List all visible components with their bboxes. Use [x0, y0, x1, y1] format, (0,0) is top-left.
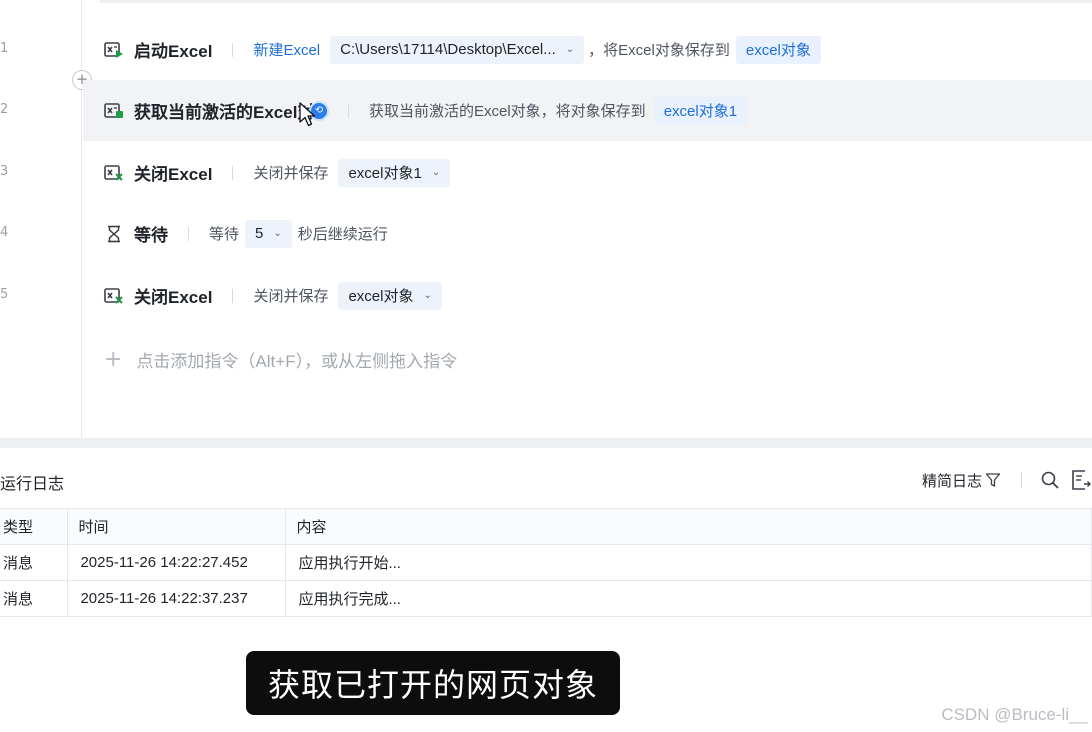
column-header-type[interactable]: 类型 [0, 508, 69, 545]
step-name: 关闭Excel [134, 165, 213, 184]
divider [232, 42, 234, 57]
run-log-title: 运行日志 [0, 476, 65, 493]
file-path-select[interactable]: C:\Users\17114\Desktop\Excel... ⌄ [330, 35, 585, 64]
log-toolbar: 精简日志 [922, 468, 1092, 492]
run-log-table: 类型 时间 内容 消息 2025-11-26 14:22:27.452 应用执行… [0, 508, 1092, 617]
divider [232, 165, 234, 180]
filter-icon [985, 473, 1001, 487]
line-number: 5 [0, 287, 9, 302]
flow-editor: 1 2 3 4 5 + 启动Excel 新建Excel C:\Users\171… [0, 0, 1092, 438]
chevron-down-icon: ⌄ [565, 44, 575, 55]
wait-suffix: 秒后继续运行 [297, 226, 388, 243]
export-log-icon[interactable] [1070, 469, 1092, 491]
output-variable[interactable]: excel对象 [735, 35, 821, 64]
panel-divider[interactable] [0, 438, 1092, 448]
close-save-label: 关闭并保存 [253, 165, 329, 182]
table-header-row: 类型 时间 内容 [0, 508, 1092, 545]
line-number: 2 [0, 102, 9, 117]
step-row-get-active-excel[interactable]: 获取当前激活的Excel对象 获取当前激活的Excel对象，将对象保存到 exc… [83, 80, 1092, 141]
step-name: 启动Excel [134, 42, 213, 61]
hourglass-icon [103, 224, 125, 244]
divider [1021, 472, 1022, 488]
line-number: 4 [0, 225, 9, 240]
log-content: 应用执行完成... [285, 580, 1092, 617]
step-row-close-excel-1[interactable]: 关闭Excel 关闭并保存 excel对象1 ⌄ [83, 142, 1092, 203]
log-type: 消息 [0, 580, 69, 617]
table-row[interactable]: 消息 2025-11-26 14:22:37.237 应用执行完成... [0, 580, 1092, 617]
step-row-launch-excel[interactable]: 启动Excel 新建Excel C:\Users\17114\Desktop\E… [83, 19, 1092, 80]
chevron-down-icon: ⌄ [431, 167, 441, 178]
excel-close-icon [103, 163, 125, 183]
plus-icon: + [104, 346, 123, 372]
close-save-label: 关闭并保存 [253, 288, 329, 305]
divider [188, 226, 189, 241]
mouse-cursor-icon [299, 102, 316, 127]
video-subtitle: 获取已打开的网页对象 [246, 651, 620, 715]
save-to-text: ，将Excel对象保存到 [588, 42, 730, 59]
run-log-header: 运行日志 精简日志 [0, 458, 1092, 502]
line-number-gutter: 1 2 3 4 5 [0, 0, 82, 438]
column-header-time[interactable]: 时间 [67, 508, 287, 545]
step-row-wait[interactable]: 等待 等待 5 ⌄ 秒后继续运行 [83, 203, 1092, 264]
excel-object-select[interactable]: excel对象1 ⌄ [338, 158, 451, 187]
output-variable[interactable]: excel对象1 [653, 96, 748, 125]
add-instruction-hint[interactable]: + 点击添加指令（Alt+F），或从左侧拖入指令 [104, 345, 457, 373]
log-type: 消息 [0, 544, 69, 581]
log-time: 2025-11-26 14:22:27.452 [67, 544, 287, 581]
watermark: CSDN @Bruce-li__ [941, 705, 1088, 724]
excel-get-active-icon [103, 101, 125, 121]
line-number: 3 [0, 164, 9, 179]
excel-object-value: excel对象1 [348, 165, 422, 182]
top-border [100, 0, 1092, 3]
step-name: 获取当前激活的Excel对象 [134, 103, 312, 122]
add-instruction-text: 点击添加指令（Alt+F），或从左侧拖入指令 [136, 351, 458, 371]
excel-launch-icon [103, 40, 125, 60]
log-content: 应用执行开始... [285, 544, 1092, 581]
new-excel-link[interactable]: 新建Excel [253, 39, 320, 60]
search-icon[interactable] [1040, 470, 1060, 490]
divider [232, 288, 234, 303]
excel-object-value: excel对象 [348, 288, 414, 305]
chevron-down-icon: ⌄ [273, 228, 282, 239]
step-row-close-excel-2[interactable]: 关闭Excel 关闭并保存 excel对象 ⌄ [83, 265, 1092, 326]
excel-object-select[interactable]: excel对象 ⌄ [338, 281, 442, 310]
log-time: 2025-11-26 14:22:37.237 [67, 580, 287, 617]
step-name: 等待 [134, 226, 168, 245]
chevron-down-icon: ⌄ [423, 290, 432, 301]
table-row[interactable]: 消息 2025-11-26 14:22:27.452 应用执行开始... [0, 544, 1092, 581]
file-path-value: C:\Users\17114\Desktop\Excel... [340, 41, 556, 58]
step-description: 获取当前激活的Excel对象，将对象保存到 [369, 103, 646, 120]
wait-seconds-select[interactable]: 5 ⌄ [245, 219, 292, 248]
simple-log-label: 精简日志 [921, 472, 982, 490]
simple-log-filter[interactable]: 精简日志 [922, 470, 1001, 491]
column-header-content[interactable]: 内容 [285, 508, 1092, 545]
excel-close-icon [103, 286, 125, 306]
wait-label: 等待 [209, 226, 240, 243]
step-name: 关闭Excel [134, 288, 213, 307]
line-number: 1 [0, 41, 9, 56]
wait-seconds-value: 5 [255, 225, 264, 242]
divider [348, 103, 349, 118]
